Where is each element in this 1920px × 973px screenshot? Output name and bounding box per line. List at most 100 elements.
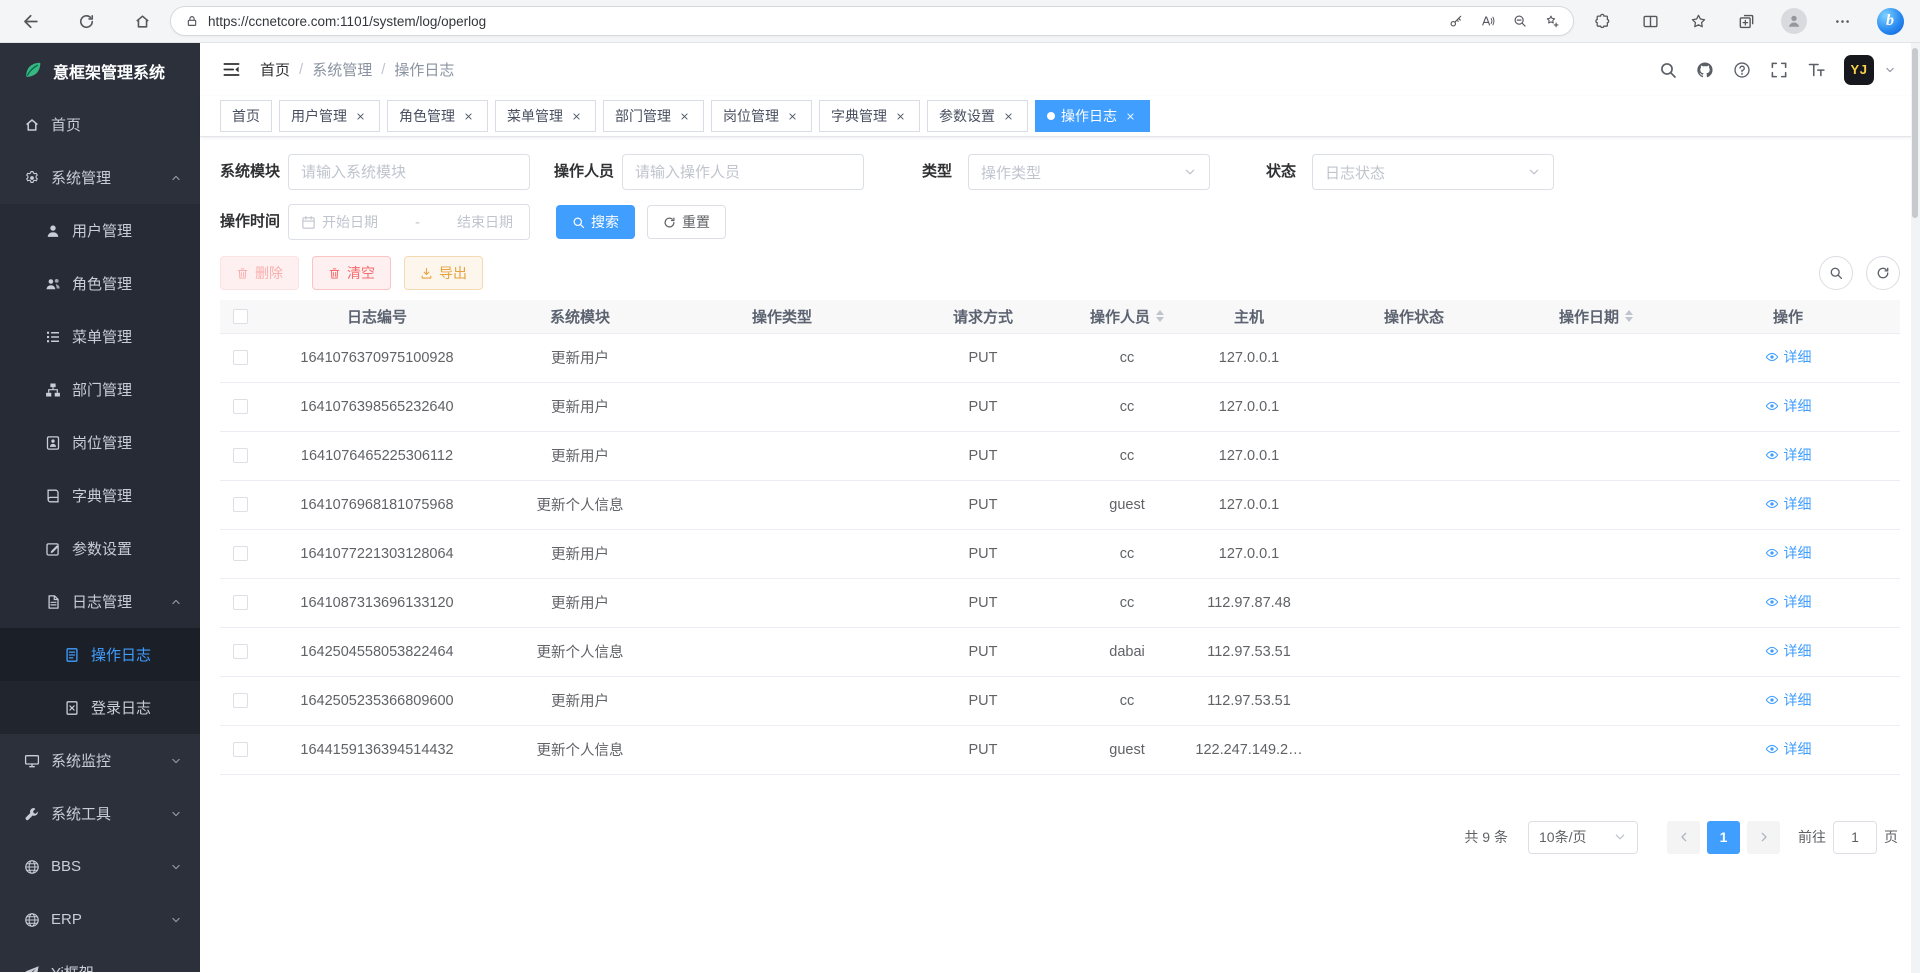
page-size-select[interactable]: 10条/页	[1528, 821, 1638, 854]
close-icon[interactable]	[677, 109, 692, 124]
sidebar-item-log-mgmt[interactable]: 日志管理	[0, 575, 200, 628]
sidebar-item-home[interactable]: 首页	[0, 98, 200, 151]
font-size-icon[interactable]	[1807, 61, 1825, 79]
browser-menu-button[interactable]	[1824, 4, 1860, 38]
status-filter-select[interactable]: 日志状态	[1312, 154, 1554, 190]
detail-link[interactable]: 详细	[1765, 739, 1812, 759]
sort-carets-icon[interactable]	[1625, 306, 1633, 326]
collections-button[interactable]	[1728, 4, 1764, 38]
detail-link[interactable]: 详细	[1765, 396, 1812, 416]
sidebar-toggle-icon[interactable]	[222, 60, 241, 79]
row-checkbox[interactable]	[233, 546, 248, 561]
column-header-date[interactable]: 操作日期	[1516, 300, 1676, 333]
tab-role-mgmt[interactable]: 角色管理	[387, 100, 488, 132]
sidebar-item-login-log[interactable]: 登录日志	[0, 681, 200, 734]
row-checkbox[interactable]	[233, 644, 248, 659]
row-checkbox[interactable]	[233, 497, 248, 512]
tab-menu-mgmt[interactable]: 菜单管理	[495, 100, 596, 132]
toggle-search-button[interactable]	[1819, 256, 1853, 290]
detail-link[interactable]: 详细	[1765, 641, 1812, 661]
detail-link[interactable]: 详细	[1765, 494, 1812, 514]
reset-button[interactable]: 重置	[647, 205, 726, 239]
sidebar-item-yi-framework[interactable]: Yi框架	[0, 946, 200, 972]
sidebar-item-oper-log[interactable]: 操作日志	[0, 628, 200, 681]
tab-dept-mgmt[interactable]: 部门管理	[603, 100, 704, 132]
sidebar-item-dept-mgmt[interactable]: 部门管理	[0, 363, 200, 416]
detail-link[interactable]: 详细	[1765, 690, 1812, 710]
sidebar-item-user-mgmt[interactable]: 用户管理	[0, 204, 200, 257]
sort-carets-icon[interactable]	[1156, 306, 1164, 326]
module-filter-input[interactable]	[301, 164, 517, 181]
browser-refresh-button[interactable]	[68, 4, 104, 38]
tab-oper-log[interactable]: 操作日志	[1035, 100, 1150, 132]
close-icon[interactable]	[893, 109, 908, 124]
detail-link[interactable]: 详细	[1765, 592, 1812, 612]
select-all-checkbox[interactable]	[233, 309, 248, 324]
tab-post-mgmt[interactable]: 岗位管理	[711, 100, 812, 132]
row-checkbox[interactable]	[233, 742, 248, 757]
chevron-down-icon[interactable]	[1884, 64, 1896, 76]
row-checkbox[interactable]	[233, 350, 248, 365]
scrollbar-thumb[interactable]	[1912, 48, 1918, 218]
row-checkbox[interactable]	[233, 595, 248, 610]
close-icon[interactable]	[569, 109, 584, 124]
row-checkbox[interactable]	[233, 693, 248, 708]
page-number-button[interactable]: 1	[1707, 821, 1740, 854]
delete-button[interactable]: 删除	[220, 256, 299, 290]
read-aloud-button[interactable]	[1473, 4, 1503, 38]
detail-link[interactable]: 详细	[1765, 543, 1812, 563]
tab-user-mgmt[interactable]: 用户管理	[279, 100, 380, 132]
close-icon[interactable]	[353, 109, 368, 124]
profile-avatar-button[interactable]	[1776, 4, 1812, 38]
refresh-table-button[interactable]	[1866, 256, 1900, 290]
next-page-button[interactable]	[1747, 821, 1780, 854]
export-button[interactable]: 导出	[404, 256, 483, 290]
fullscreen-icon[interactable]	[1770, 61, 1788, 79]
close-icon[interactable]	[1123, 109, 1138, 124]
add-favorite-button[interactable]	[1537, 4, 1567, 38]
sidebar-item-system-mgmt[interactable]: 系统管理	[0, 151, 200, 204]
zoom-out-button[interactable]	[1505, 4, 1535, 38]
operator-filter-input[interactable]	[635, 164, 851, 181]
row-checkbox[interactable]	[233, 448, 248, 463]
close-icon[interactable]	[1001, 109, 1016, 124]
browser-url[interactable]: https://ccnetcore.com:1101/system/log/op…	[208, 14, 1432, 29]
github-icon[interactable]	[1696, 61, 1714, 79]
saved-passwords-button[interactable]	[1441, 4, 1471, 38]
sidebar-item-post-mgmt[interactable]: 岗位管理	[0, 416, 200, 469]
sidebar-item-role-mgmt[interactable]: 角色管理	[0, 257, 200, 310]
breadcrumb-item[interactable]: 首页	[260, 59, 290, 80]
header-search-icon[interactable]	[1659, 61, 1677, 79]
clear-button[interactable]: 清空	[312, 256, 391, 290]
browser-address-bar[interactable]: https://ccnetcore.com:1101/system/log/op…	[170, 6, 1574, 36]
browser-back-button[interactable]	[12, 4, 48, 38]
sidebar-item-param-settings[interactable]: 参数设置	[0, 522, 200, 575]
detail-link[interactable]: 详细	[1765, 445, 1812, 465]
date-range-picker[interactable]: 开始日期 - 结束日期	[288, 204, 530, 240]
type-filter-select[interactable]: 操作类型	[968, 154, 1210, 190]
column-header-operator[interactable]: 操作人员	[1068, 300, 1186, 333]
copilot-button[interactable]: b	[1872, 4, 1908, 38]
app-logo[interactable]: 意框架管理系统	[0, 43, 200, 98]
detail-link[interactable]: 详细	[1765, 347, 1812, 367]
sidebar-item-dict-mgmt[interactable]: 字典管理	[0, 469, 200, 522]
extensions-button[interactable]	[1584, 4, 1620, 38]
prev-page-button[interactable]	[1667, 821, 1700, 854]
tab-home[interactable]: 首页	[220, 100, 272, 132]
help-icon[interactable]	[1733, 61, 1751, 79]
tab-dict-mgmt[interactable]: 字典管理	[819, 100, 920, 132]
sidebar-item-erp[interactable]: ERP	[0, 893, 200, 946]
sidebar-item-bbs[interactable]: BBS	[0, 840, 200, 893]
close-icon[interactable]	[461, 109, 476, 124]
split-screen-button[interactable]	[1632, 4, 1668, 38]
search-button[interactable]: 搜索	[556, 205, 635, 239]
goto-page-input[interactable]	[1833, 821, 1877, 854]
close-icon[interactable]	[785, 109, 800, 124]
favorites-button[interactable]	[1680, 4, 1716, 38]
sidebar-item-system-tools[interactable]: 系统工具	[0, 787, 200, 840]
tab-param-settings[interactable]: 参数设置	[927, 100, 1028, 132]
sidebar-item-menu-mgmt[interactable]: 菜单管理	[0, 310, 200, 363]
sidebar-item-system-monitor[interactable]: 系统监控	[0, 734, 200, 787]
user-avatar[interactable]: YJ	[1844, 55, 1874, 85]
row-checkbox[interactable]	[233, 399, 248, 414]
